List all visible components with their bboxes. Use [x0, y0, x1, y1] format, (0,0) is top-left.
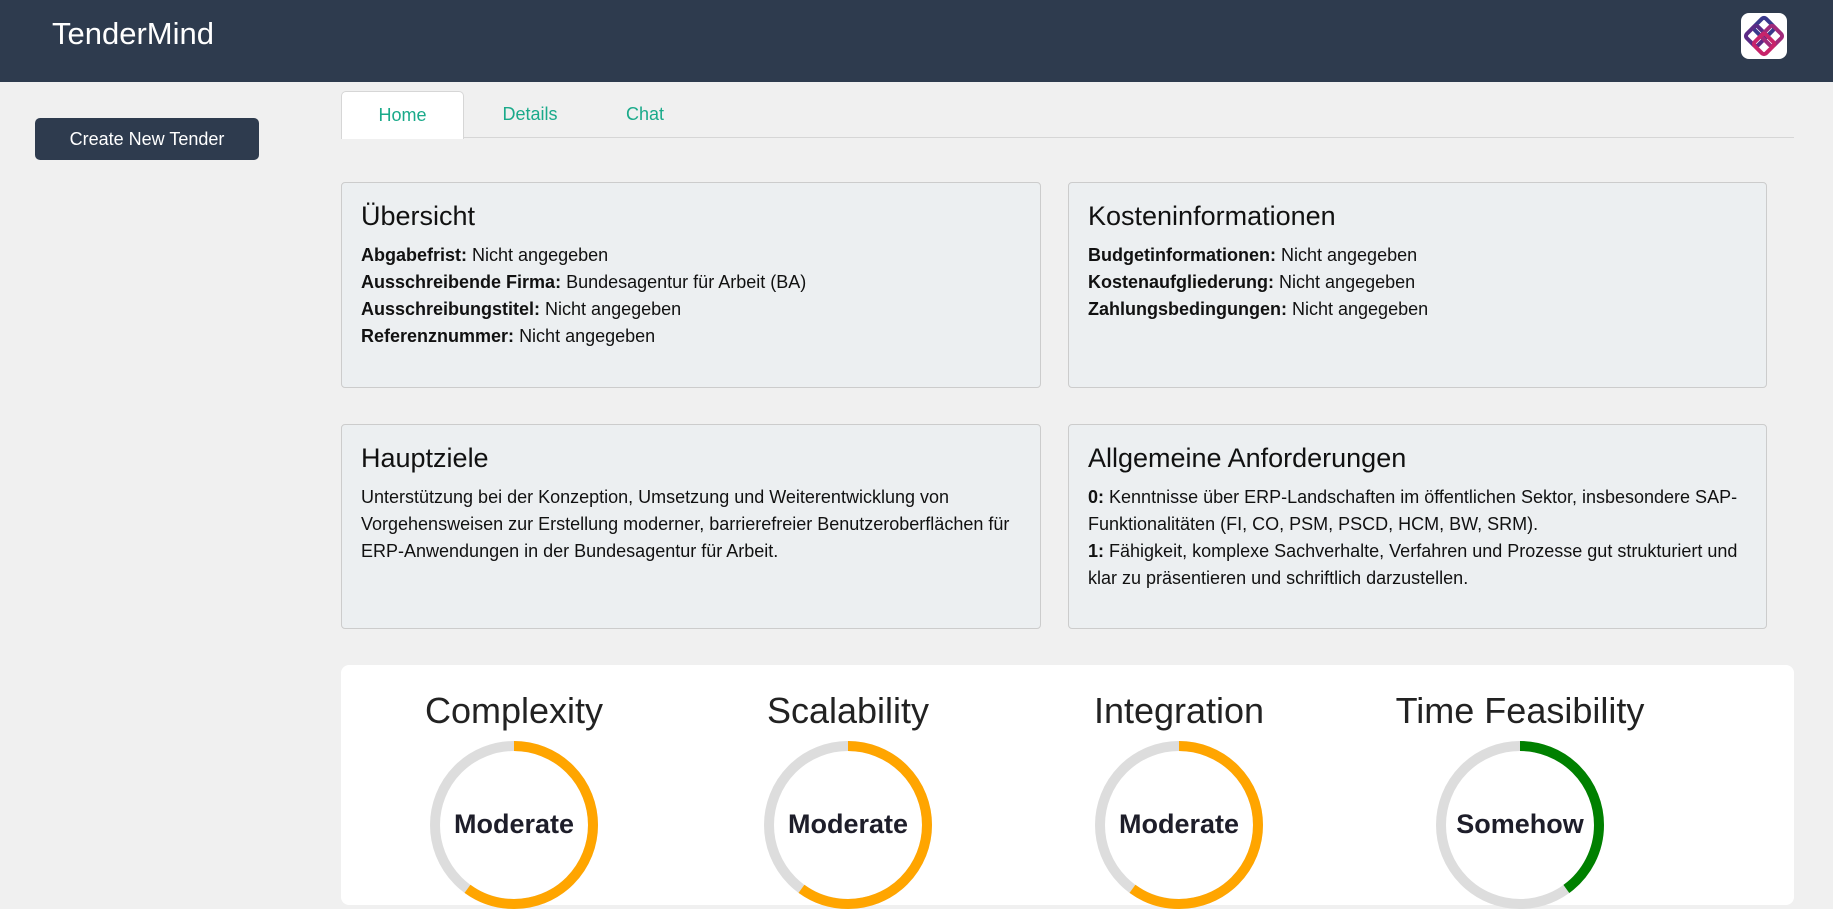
- goals-card: Hauptziele Unterstützung bei der Konzept…: [341, 424, 1041, 629]
- sidebar: [0, 82, 298, 886]
- overview-row-label: Ausschreibungstitel:: [361, 299, 541, 319]
- requirements-title: Allgemeine Anforderungen: [1088, 443, 1407, 473]
- overview-row-label: Abgabefrist:: [361, 245, 468, 265]
- overview-title: Übersicht: [361, 201, 476, 231]
- overview-row: Ausschreibungstitel: Nicht angegeben: [361, 296, 1021, 323]
- costs-row-label: Zahlungsbedingungen:: [1088, 299, 1287, 319]
- goals-text: Unterstützung bei der Konzeption, Umsetz…: [361, 487, 1010, 561]
- tab-details[interactable]: Details: [475, 91, 585, 137]
- gauge-label: Moderate: [453, 809, 575, 839]
- costs-card: Kosteninformationen Budgetinformationen:…: [1068, 182, 1767, 388]
- gauge-label: Moderate: [1118, 809, 1240, 839]
- requirement-index: 0:: [1088, 487, 1105, 507]
- costs-row-value: Nicht angegeben: [1279, 272, 1416, 292]
- create-new-tender-button[interactable]: Create New Tender: [35, 118, 259, 160]
- gauge-label: Moderate: [787, 809, 909, 839]
- requirement-item: 1: Fähigkeit, komplexe Sachverhalte, Ver…: [1088, 538, 1747, 592]
- requirement-index: 1:: [1088, 541, 1105, 561]
- metrics-panel: Complexity Moderate Scalability Moderate…: [341, 665, 1794, 909]
- overview-row-value: Bundesagentur für Arbeit (BA): [566, 272, 807, 292]
- costs-row: Budgetinformationen: Nicht angegeben: [1088, 242, 1747, 269]
- overview-row-value: Nicht angegeben: [472, 245, 609, 265]
- tab-home[interactable]: Home: [341, 91, 464, 139]
- app-logo-icon[interactable]: [1741, 13, 1787, 59]
- requirement-text: Fähigkeit, komplexe Sachverhalte, Verfah…: [1088, 541, 1738, 588]
- requirement-item: 0: Kenntnisse über ERP-Landschaften im ö…: [1088, 484, 1747, 538]
- costs-row-label: Budgetinformationen:: [1088, 245, 1276, 265]
- requirement-text: Kenntnisse über ERP-Landschaften im öffe…: [1088, 487, 1738, 534]
- requirements-card: Allgemeine Anforderungen 0: Kenntnisse ü…: [1068, 424, 1767, 629]
- goals-title: Hauptziele: [361, 443, 489, 473]
- overview-row: Referenznummer: Nicht angegeben: [361, 323, 1021, 350]
- tab-bar: Home Details Chat: [341, 91, 1794, 139]
- costs-row-value: Nicht angegeben: [1292, 299, 1429, 319]
- overview-row-value: Nicht angegeben: [545, 299, 682, 319]
- metric-title: Scalability: [766, 690, 930, 731]
- costs-row-label: Kostenaufgliederung:: [1088, 272, 1275, 292]
- overview-row: Abgabefrist: Nicht angegeben: [361, 242, 1021, 269]
- costs-title: Kosteninformationen: [1088, 201, 1336, 231]
- overview-card: Übersicht Abgabefrist: Nicht angegeben A…: [341, 182, 1041, 388]
- costs-row: Zahlungsbedingungen: Nicht angegeben: [1088, 296, 1747, 323]
- metric-title: Complexity: [424, 690, 604, 731]
- overview-row-label: Ausschreibende Firma:: [361, 272, 562, 292]
- costs-row-value: Nicht angegeben: [1281, 245, 1418, 265]
- overview-row-label: Referenznummer:: [361, 326, 515, 346]
- gauge-label: Somehow: [1456, 809, 1584, 839]
- metric-title: Integration: [1093, 690, 1265, 731]
- tab-chat[interactable]: Chat: [597, 91, 693, 137]
- overview-row: Ausschreibende Firma: Bundesagentur für …: [361, 269, 1021, 296]
- top-navigation-bar: TenderMind: [0, 0, 1833, 82]
- costs-row: Kostenaufgliederung: Nicht angegeben: [1088, 269, 1747, 296]
- app-title: TenderMind: [52, 16, 214, 51]
- metric-title: Time Feasibility: [1395, 690, 1645, 731]
- overview-row-value: Nicht angegeben: [519, 326, 656, 346]
